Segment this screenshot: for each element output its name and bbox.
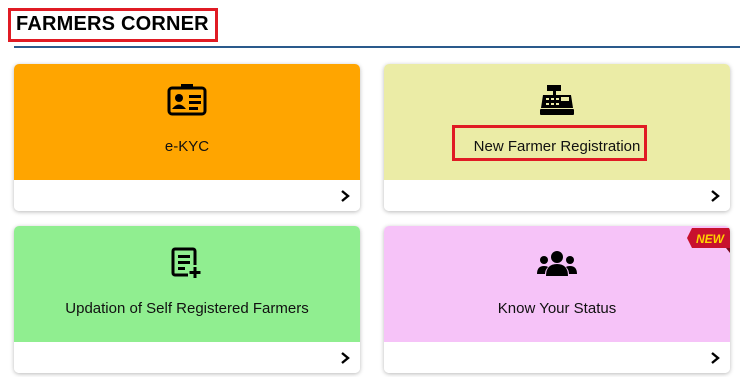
card-new-farmer-registration-body[interactable]: New Farmer Registration <box>384 64 730 180</box>
chevron-right-icon[interactable] <box>338 189 352 203</box>
card-know-your-status[interactable]: Know Your Status NEW <box>384 226 730 373</box>
card-updation-self-registered-label: Updation of Self Registered Farmers <box>65 300 309 317</box>
section-title: FARMERS CORNER <box>8 8 218 42</box>
card-ekyc[interactable]: e-KYC <box>14 64 360 211</box>
chevron-right-icon[interactable] <box>708 189 722 203</box>
cash-register-icon <box>540 85 574 115</box>
card-ekyc-footer[interactable] <box>14 180 360 211</box>
id-card-icon <box>167 84 207 116</box>
card-ekyc-label: e-KYC <box>164 138 210 155</box>
card-updation-self-registered[interactable]: Updation of Self Registered Farmers <box>14 226 360 373</box>
card-ekyc-body[interactable]: e-KYC <box>14 64 360 180</box>
card-new-farmer-registration-footer[interactable] <box>384 180 730 211</box>
card-new-farmer-registration[interactable]: New Farmer Registration <box>384 64 730 211</box>
card-know-your-status-body[interactable]: Know Your Status <box>384 226 730 342</box>
divider <box>14 46 740 48</box>
new-badge: NEW <box>687 228 730 253</box>
chevron-right-icon[interactable] <box>338 351 352 365</box>
card-updation-self-registered-footer[interactable] <box>14 342 360 373</box>
card-know-your-status-label: Know Your Status <box>497 300 617 317</box>
new-badge-text: NEW <box>696 232 726 246</box>
users-group-icon <box>537 251 577 276</box>
section-title-text: FARMERS CORNER <box>16 13 209 35</box>
chevron-right-icon[interactable] <box>708 351 722 365</box>
card-new-farmer-registration-label: New Farmer Registration <box>473 138 641 155</box>
card-updation-self-registered-body[interactable]: Updation of Self Registered Farmers <box>14 226 360 342</box>
card-know-your-status-footer[interactable] <box>384 342 730 373</box>
list-add-icon <box>171 247 202 279</box>
